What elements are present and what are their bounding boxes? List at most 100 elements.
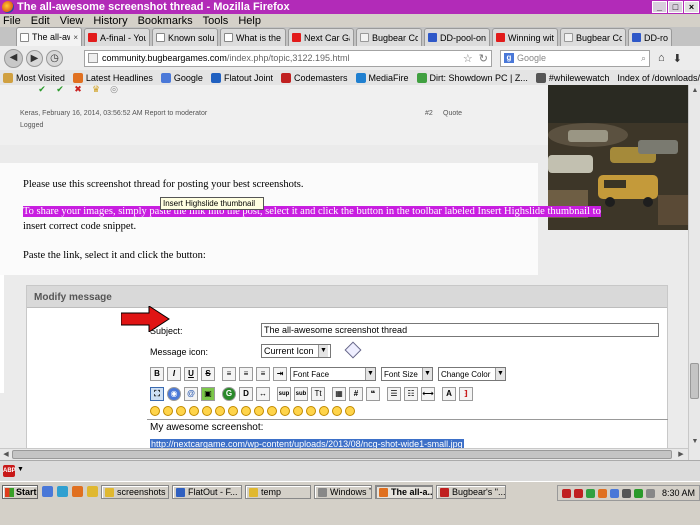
tray-app-icon[interactable]	[585, 488, 595, 498]
check-icon[interactable]: ✔	[54, 85, 66, 94]
back-button[interactable]: ◀	[4, 48, 23, 68]
trophy-icon[interactable]: ♛	[90, 85, 102, 94]
task-windows-task[interactable]: Windows T...	[314, 485, 372, 499]
tray-app-icon[interactable]	[561, 488, 571, 498]
download-icon[interactable]: ⬇	[673, 52, 682, 65]
tray-app-icon[interactable]	[597, 488, 607, 498]
bookmark-codemasters[interactable]: Codemasters	[280, 72, 348, 83]
reload-icon[interactable]: ↻	[479, 52, 488, 65]
bookmark-whilewewatch[interactable]: #whilewewatch	[535, 72, 609, 83]
align-right-icon[interactable]: ≡	[256, 367, 270, 381]
smiley-icon[interactable]	[267, 406, 277, 416]
task-flatout[interactable]: FlatOut - F...	[172, 485, 242, 499]
glow-icon[interactable]: G	[222, 387, 236, 401]
shadow-icon[interactable]: D	[239, 387, 253, 401]
history-icon[interactable]: ◷	[46, 49, 63, 67]
post-number[interactable]: #2	[425, 110, 433, 117]
bookmark-index-downloads[interactable]: Index of /downloads/p...	[617, 73, 700, 83]
search-icon[interactable]: ⌕	[641, 53, 646, 64]
task-bugbear[interactable]: Bugbear's "...	[436, 485, 506, 499]
chevron-down-icon[interactable]: ▼	[495, 368, 505, 380]
horizontal-scroll-thumb[interactable]	[12, 450, 672, 459]
chevron-down-icon[interactable]: ▼	[422, 368, 432, 380]
vertical-scrollbar[interactable]: ▲ ▼	[688, 85, 700, 460]
scroll-right-icon[interactable]: ▶	[676, 450, 686, 460]
tab-what-is[interactable]: What is the m...	[220, 28, 286, 46]
bookmark-latest-headlines[interactable]: Latest Headlines	[72, 72, 153, 83]
smiley-icon[interactable]	[254, 406, 264, 416]
subscript-button[interactable]: sub	[294, 387, 308, 401]
menu-history[interactable]: History	[93, 15, 127, 27]
firefox-quicklaunch-icon[interactable]	[72, 486, 83, 497]
move-icon[interactable]: ↔	[256, 387, 270, 401]
info-icon[interactable]: ◎	[108, 85, 120, 94]
ie-icon[interactable]	[42, 486, 53, 497]
quote-icon[interactable]: ❝	[366, 387, 380, 401]
tab-dd-roof[interactable]: DD-roof	[628, 28, 672, 46]
google-icon[interactable]: g	[504, 53, 514, 63]
code-button[interactable]: #	[349, 387, 363, 401]
tab-winning[interactable]: Winning with ...	[492, 28, 558, 46]
smiley-icon[interactable]	[215, 406, 225, 416]
network-icon[interactable]	[633, 488, 643, 498]
underline-button[interactable]: U	[184, 367, 198, 381]
chevron-down-icon[interactable]: ▼	[365, 368, 375, 380]
clock[interactable]: 8:30 AM	[662, 488, 695, 498]
bullet-list-icon[interactable]: ☰	[387, 387, 401, 401]
tab-bugbear-1[interactable]: Bugbear Com...	[356, 28, 422, 46]
font-color-select[interactable]: Change Color ▼	[438, 367, 506, 381]
close-window-button[interactable]: ×	[684, 1, 699, 13]
url-bar[interactable]: community.bugbeargames.com/index.php/top…	[84, 49, 492, 67]
bold-button[interactable]: B	[150, 367, 164, 381]
tab-youtube[interactable]: A-final - YouT...	[84, 28, 150, 46]
volume-icon[interactable]	[645, 488, 655, 498]
vertical-scroll-thumb[interactable]	[690, 363, 699, 399]
chevron-down-icon[interactable]: ▼	[17, 466, 24, 473]
smiley-icon[interactable]	[150, 406, 160, 416]
toggle-view-icon[interactable]: ⁆	[459, 387, 473, 401]
insert-image-icon[interactable]: ▣	[201, 387, 215, 401]
adblock-icon[interactable]: ABP	[3, 465, 16, 477]
smiley-icon[interactable]	[293, 406, 303, 416]
strikethrough-button[interactable]: S	[201, 367, 215, 381]
tab-screenshot-thread[interactable]: The all-aw...×	[16, 27, 82, 46]
tray-app-icon[interactable]	[621, 488, 631, 498]
globe-icon[interactable]: ◉	[167, 387, 181, 401]
task-screenshots[interactable]: screenshots	[101, 485, 169, 499]
menu-file[interactable]: File	[3, 15, 21, 27]
smiley-icon[interactable]	[202, 406, 212, 416]
scroll-left-icon[interactable]: ◀	[1, 450, 11, 460]
menu-view[interactable]: View	[60, 15, 84, 27]
bookmark-most-visited[interactable]: Most Visited	[3, 72, 65, 83]
align-center-icon[interactable]: ≡	[239, 367, 253, 381]
quote-link[interactable]: Quote	[443, 110, 462, 117]
smiley-icon[interactable]	[241, 406, 251, 416]
horizontal-scrollbar[interactable]: ◀ ▶	[0, 448, 688, 460]
table-icon[interactable]: ▦	[332, 387, 346, 401]
smiley-icon[interactable]	[306, 406, 316, 416]
smiley-icon[interactable]	[345, 406, 355, 416]
tab-dd-pool[interactable]: DD-pool-onlin...	[424, 28, 490, 46]
remove-icon[interactable]: ✖	[72, 85, 84, 94]
insert-highslide-thumbnail-button[interactable]: ⛶	[150, 387, 164, 401]
menu-tools[interactable]: Tools	[203, 15, 229, 27]
remove-format-icon[interactable]: A	[442, 387, 456, 401]
bookmark-dirt-showdown[interactable]: Dirt: Showdown PC | Z...	[416, 72, 528, 83]
teletype-button[interactable]: Tt	[311, 387, 325, 401]
numbered-list-icon[interactable]: ☷	[404, 387, 418, 401]
menu-help[interactable]: Help	[238, 15, 261, 27]
smiley-icon[interactable]	[189, 406, 199, 416]
message-icon-select[interactable]: Current Icon ▼	[261, 344, 331, 358]
maximize-button[interactable]: □	[668, 1, 683, 13]
search-bar[interactable]: g Google ⌕	[500, 49, 650, 67]
superscript-button[interactable]: sup	[277, 387, 291, 401]
bookmark-mediafire[interactable]: MediaFire	[355, 72, 409, 83]
menu-edit[interactable]: Edit	[31, 15, 50, 27]
scroll-down-icon[interactable]: ▼	[690, 437, 700, 447]
tray-app-icon[interactable]	[609, 488, 619, 498]
report-link[interactable]: Report to moderator	[145, 110, 208, 117]
smiley-icon[interactable]	[280, 406, 290, 416]
smiley-icon[interactable]	[319, 406, 329, 416]
smiley-icon[interactable]	[228, 406, 238, 416]
email-icon[interactable]: @	[184, 387, 198, 401]
